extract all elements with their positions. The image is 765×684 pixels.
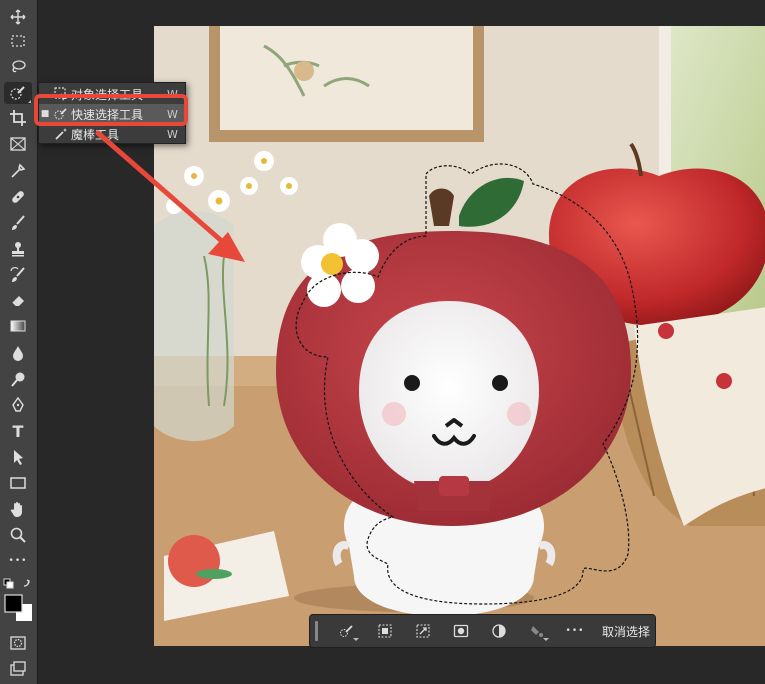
lasso-tool-icon (12, 60, 26, 73)
document-canvas[interactable] (154, 26, 765, 646)
drag-handle-icon[interactable] (315, 621, 318, 641)
zoom-tool-icon (10, 527, 26, 543)
flyout-item-magic-wand[interactable]: 魔棒工具 W (39, 124, 185, 144)
quick-mask-icon (10, 636, 26, 650)
history-brush-tool[interactable] (4, 264, 32, 286)
eraser-tool[interactable] (4, 289, 32, 311)
adjustment-layer-button[interactable] (480, 618, 518, 644)
gradient-tool-icon (10, 320, 26, 332)
more-options-icon: ••• (565, 626, 585, 636)
blur-tool[interactable] (4, 342, 32, 364)
type-tool[interactable]: T (4, 420, 32, 442)
tools-panel: T ••• (0, 0, 38, 684)
healing-brush-tool[interactable] (4, 186, 32, 208)
flyout-item-shortcut: W (167, 127, 178, 141)
path-selection-tool-icon (14, 450, 23, 465)
gradient-tool[interactable] (4, 315, 32, 337)
quick-mask-button[interactable] (4, 632, 32, 654)
frame-tool-icon (10, 137, 26, 151)
generative-fill-button[interactable] (518, 618, 556, 644)
magic-wand-tool-icon (55, 128, 67, 140)
more-tools-icon: ••• (8, 556, 28, 566)
tool-group-corner-icon (28, 100, 31, 103)
zoom-tool[interactable] (4, 524, 32, 546)
type-tool-icon: T (12, 421, 24, 441)
invert-selection-button[interactable] (404, 618, 442, 644)
eyedropper-tool-icon (11, 163, 26, 178)
healing-brush-tool-icon (12, 191, 24, 203)
invert-selection-icon (416, 624, 430, 638)
annotation-highlight-box (34, 94, 188, 126)
eraser-tool-icon (11, 296, 24, 308)
deselect-button[interactable]: 取消选择 (602, 623, 650, 640)
marquee-tool-icon (11, 35, 25, 47)
select-and-mask-icon (378, 624, 392, 638)
select-subject-brush-button[interactable] (328, 618, 366, 644)
modify-selection-button[interactable] (366, 618, 404, 644)
rectangle-tool-icon (10, 477, 26, 489)
history-brush-tool-icon (10, 267, 25, 282)
contextual-task-bar: ••• 取消选择 (309, 614, 656, 648)
move-tool[interactable] (4, 6, 32, 28)
brush-select-icon (340, 625, 353, 637)
brush-tool-icon (12, 215, 25, 230)
eyedropper-tool[interactable] (4, 160, 32, 182)
screen-mode-button[interactable] (4, 658, 32, 680)
rectangle-tool[interactable] (4, 472, 32, 494)
blur-tool-icon (13, 346, 23, 361)
dodge-tool[interactable] (4, 368, 32, 390)
more-options-button[interactable]: ••• (556, 618, 594, 644)
crop-tool[interactable] (4, 107, 32, 129)
clone-stamp-tool-icon (12, 242, 24, 257)
screen-mode-icon (10, 661, 26, 676)
mask-icon (453, 624, 469, 638)
default-colors-icon[interactable] (3, 578, 14, 589)
adjustment-icon (492, 624, 506, 638)
flyout-item-label: 魔棒工具 (71, 127, 120, 142)
brush-tool[interactable] (4, 212, 32, 234)
move-tool-icon (10, 9, 26, 25)
marquee-tool[interactable] (4, 30, 32, 52)
swap-colors-icon[interactable] (23, 579, 30, 587)
fill-icon (531, 626, 543, 637)
frame-tool[interactable] (4, 133, 32, 155)
color-swatches[interactable] (3, 577, 35, 625)
dodge-tool-icon (11, 372, 25, 387)
quick-selection-tool-icon (10, 86, 25, 100)
photo-artwork (154, 26, 765, 646)
hand-tool-icon (10, 502, 22, 517)
quick-selection-tool[interactable] (4, 82, 32, 104)
foreground-color-swatch[interactable] (4, 594, 23, 613)
crop-tool-icon (10, 110, 26, 126)
pen-tool[interactable] (4, 394, 32, 416)
pen-tool-icon (12, 396, 24, 412)
more-tools[interactable]: ••• (4, 550, 32, 572)
hand-tool[interactable] (4, 498, 32, 520)
create-mask-button[interactable] (442, 618, 480, 644)
path-selection-tool[interactable] (4, 446, 32, 468)
lasso-tool[interactable] (4, 56, 32, 78)
clone-stamp-tool[interactable] (4, 238, 32, 260)
